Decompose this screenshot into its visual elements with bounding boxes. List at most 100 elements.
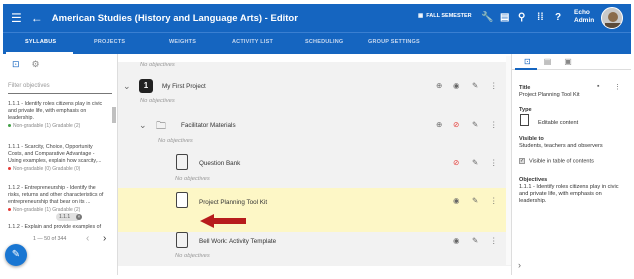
nav-tabs: SYLLABUS PROJECTS WEIGHTS ACTIVITY LIST … bbox=[3, 32, 631, 54]
item-title: Question Bank bbox=[199, 160, 241, 167]
objective-gradable: Gradable (2) bbox=[52, 206, 81, 213]
user-role: Admin bbox=[574, 17, 595, 24]
objectives-label: Objectives bbox=[519, 177, 548, 183]
semester-selector[interactable]: ▦ FALL SEMESTER bbox=[418, 13, 472, 19]
page-title: American Studies (History and Language A… bbox=[51, 12, 298, 24]
no-objectives-label: No objectives bbox=[175, 253, 210, 259]
chevron-down-icon[interactable]: ⌄ bbox=[139, 120, 147, 131]
more-menu-icon[interactable]: ⋮ bbox=[490, 81, 498, 90]
syllabus-tree: No objectives ⌄ 1 My First Project ⊕ ◉ ✎… bbox=[118, 54, 511, 275]
user-name[interactable]: Echo Admin bbox=[574, 9, 594, 25]
more-menu-icon[interactable]: ⋮ bbox=[490, 158, 498, 167]
wrench-icon[interactable]: 🔧 bbox=[481, 12, 493, 23]
save-icon[interactable]: ▪ bbox=[597, 83, 599, 90]
type-label: Type bbox=[519, 107, 532, 113]
more-menu-icon[interactable]: ⋮ bbox=[490, 236, 498, 245]
toc-checkbox[interactable]: ✓ bbox=[519, 158, 525, 164]
status-dot bbox=[8, 123, 11, 127]
project-number-badge: 1 bbox=[139, 79, 153, 93]
avatar[interactable] bbox=[601, 7, 623, 29]
tree-row-top bbox=[118, 54, 511, 62]
visible-eye-icon[interactable]: ◉ bbox=[453, 81, 460, 90]
next-page-icon[interactable]: › bbox=[103, 233, 106, 244]
objective-status: Non-gradable (0) bbox=[13, 165, 51, 172]
edit-fab-button[interactable]: ✎ bbox=[5, 244, 27, 266]
hidden-eye-icon[interactable]: ⊘ bbox=[453, 120, 459, 129]
tab-weights[interactable]: WEIGHTS bbox=[169, 39, 196, 45]
objective-item[interactable]: 1.1.1 - Identify roles citizens play in … bbox=[8, 101, 108, 130]
edit-pencil-icon[interactable]: ✎ bbox=[472, 196, 478, 205]
visible-eye-icon[interactable]: ◉ bbox=[453, 196, 460, 205]
prev-page-icon[interactable]: ‹ bbox=[86, 233, 89, 244]
status-dot bbox=[8, 166, 11, 170]
remove-chip-icon[interactable]: × bbox=[76, 214, 82, 220]
objectives-panel: ⊡ ⚙ Filter objectives 1.1.1 - Identify ro… bbox=[3, 54, 118, 275]
pagination-label: 1 — 50 of 344 bbox=[33, 236, 67, 242]
chevron-down-icon[interactable]: ⌄ bbox=[123, 81, 131, 92]
semester-label: FALL SEMESTER bbox=[426, 13, 472, 19]
properties-panel: ⊡ ▤ ▣ Title ▪ ⋮ Project Planning Tool Kit … bbox=[511, 54, 631, 275]
no-objectives-label: No objectives bbox=[140, 62, 175, 68]
document-icon[interactable]: ▤ bbox=[500, 12, 509, 23]
target-icon[interactable]: ⊡ bbox=[12, 59, 20, 70]
objective-item[interactable]: 1.1.2 - Entrepreneurship - Identify the … bbox=[8, 185, 108, 214]
item-title: Bell Work: Activity Template bbox=[199, 238, 277, 245]
user-first: Echo bbox=[574, 9, 590, 16]
visible-label: Visible to bbox=[519, 136, 544, 142]
objectives-value: 1.1.1 - Identify roles citizens play in … bbox=[519, 184, 619, 204]
tab-projects[interactable]: PROJECTS bbox=[94, 39, 125, 45]
item-row[interactable]: Question Bank ⊘ ✎ ⋮ bbox=[118, 152, 511, 174]
type-value: Editable content bbox=[538, 120, 579, 126]
objective-item[interactable]: 1.1.1 - Scarcity, Choice, Opportunity Co… bbox=[8, 144, 108, 173]
add-icon[interactable]: ⊕ bbox=[436, 81, 442, 90]
scrollbar[interactable] bbox=[112, 107, 116, 123]
item-title: Project Planning Tool Kit bbox=[199, 199, 268, 206]
objective-text: 1.1.2 - Explain and provide examples of bbox=[8, 224, 102, 230]
title-value: Project Planning Tool Kit bbox=[519, 92, 580, 98]
item-row-selected[interactable]: Project Planning Tool Kit ◉ ✎ ⋮ bbox=[118, 188, 511, 232]
search-icon[interactable]: ⚲ bbox=[518, 12, 525, 23]
no-objectives-label: No objectives bbox=[140, 98, 175, 104]
filter-objectives-input[interactable]: Filter objectives bbox=[8, 80, 112, 94]
no-objectives-label: No objectives bbox=[175, 176, 210, 182]
objective-item[interactable]: 1.1.2 - Explain and provide examples of bbox=[8, 224, 108, 232]
edit-pencil-icon[interactable]: ✎ bbox=[472, 81, 478, 90]
menu-icon[interactable]: ☰ bbox=[11, 11, 22, 25]
edit-pencil-icon[interactable]: ✎ bbox=[472, 158, 478, 167]
template-icon bbox=[176, 232, 188, 248]
objective-text: 1.1.2 - Entrepreneurship - Identify the … bbox=[8, 185, 104, 205]
status-dot bbox=[8, 207, 11, 211]
tab-activity-list[interactable]: ACTIVITY LIST bbox=[232, 39, 273, 45]
apps-grid-icon[interactable]: ⁞⁞ bbox=[537, 12, 544, 23]
layout-tab-icon[interactable]: ▤ bbox=[544, 57, 552, 66]
tab-group-settings[interactable]: GROUP SETTINGS bbox=[368, 39, 420, 45]
expand-chevron-icon[interactable]: › bbox=[518, 260, 521, 270]
help-icon[interactable]: ? bbox=[555, 12, 561, 23]
gear-icon[interactable]: ⚙ bbox=[32, 59, 40, 70]
back-arrow-icon[interactable]: ← bbox=[31, 11, 43, 25]
visible-eye-icon[interactable]: ◉ bbox=[453, 236, 460, 245]
project-row[interactable]: ⌄ 1 My First Project ⊕ ◉ ✎ ⋮ bbox=[118, 76, 511, 96]
annotation-arrow bbox=[200, 214, 246, 228]
folder-icon: 🗀 bbox=[156, 121, 166, 132]
tree-row-bottom bbox=[118, 266, 511, 275]
title-label: Title bbox=[519, 85, 531, 91]
edit-pencil-icon[interactable]: ✎ bbox=[472, 120, 478, 129]
more-menu-icon[interactable]: ⋮ bbox=[490, 196, 498, 205]
tab-syllabus[interactable]: SYLLABUS bbox=[25, 39, 56, 45]
add-icon[interactable]: ⊕ bbox=[436, 120, 442, 129]
tab-scheduling[interactable]: SCHEDULING bbox=[305, 39, 343, 45]
calendar-icon: ▦ bbox=[418, 13, 424, 19]
edit-pencil-icon[interactable]: ✎ bbox=[472, 236, 478, 245]
folder-title: Facilitator Materials bbox=[181, 122, 236, 129]
project-title: My First Project bbox=[162, 83, 206, 90]
hidden-eye-icon[interactable]: ⊘ bbox=[453, 158, 459, 167]
properties-tab-icon[interactable]: ⊡ bbox=[524, 57, 531, 66]
item-row[interactable]: Bell Work: Activity Template ◉ ✎ ⋮ bbox=[118, 230, 511, 252]
more-menu-icon[interactable]: ⋮ bbox=[614, 83, 621, 91]
objective-status: Non-gradable (1) bbox=[13, 206, 51, 213]
media-tab-icon[interactable]: ▣ bbox=[564, 57, 572, 66]
folder-row[interactable]: ⌄ 🗀 Facilitator Materials ⊕ ⊘ ✎ ⋮ bbox=[118, 115, 511, 135]
objective-text: 1.1.1 - Scarcity, Choice, Opportunity Co… bbox=[8, 144, 102, 164]
more-menu-icon[interactable]: ⋮ bbox=[490, 120, 498, 129]
